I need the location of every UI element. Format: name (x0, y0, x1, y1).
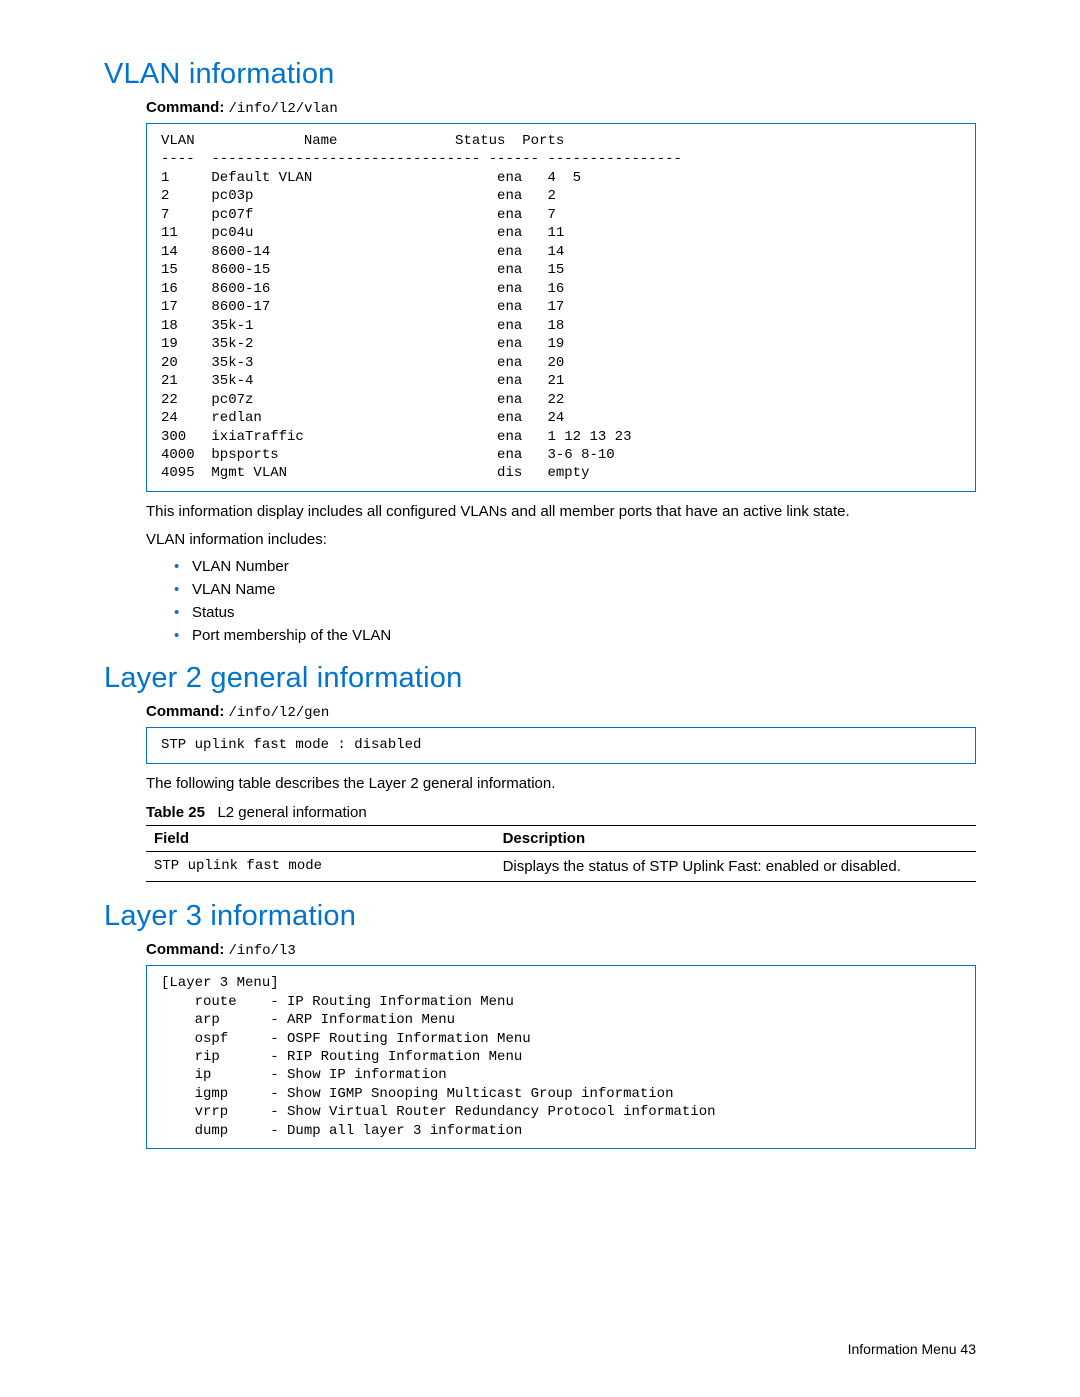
paragraph: VLAN information includes: (146, 530, 976, 550)
output-line: vrrp - Show Virtual Router Redundancy Pr… (161, 1103, 961, 1121)
output-line: dump - Dump all layer 3 information (161, 1122, 961, 1140)
command-label: Command: (146, 99, 224, 116)
output-line: 15 8600-15 ena 15 (161, 261, 961, 279)
heading-layer3-information: Layer 3 information (104, 900, 976, 933)
output-line: 300 ixiaTraffic ena 1 12 13 23 (161, 428, 961, 446)
table-caption-l2gen: Table 25 L2 general information (146, 804, 976, 821)
table-l2-general-information: Field Description STP uplink fast mode D… (146, 825, 976, 882)
output-box-vlan: VLAN Name Status Ports ---- ------------… (146, 123, 976, 492)
output-line: arp - ARP Information Menu (161, 1011, 961, 1029)
output-line: 4095 Mgmt VLAN dis empty (161, 464, 961, 482)
output-line: ---- -------------------------------- --… (161, 150, 961, 168)
output-line: VLAN Name Status Ports (161, 132, 961, 150)
command-value: /info/l3 (229, 943, 296, 959)
output-line: 4000 bpsports ena 3-6 8-10 (161, 446, 961, 464)
output-line: 22 pc07z ena 22 (161, 391, 961, 409)
output-line: 19 35k-2 ena 19 (161, 335, 961, 353)
output-box-l2gen: STP uplink fast mode : disabled (146, 727, 976, 763)
paragraph: This information display includes all co… (146, 502, 976, 522)
output-line: 18 35k-1 ena 18 (161, 317, 961, 335)
list-item: Status (174, 604, 976, 621)
command-label: Command: (146, 703, 224, 720)
output-line: route - IP Routing Information Menu (161, 993, 961, 1011)
output-line: 11 pc04u ena 11 (161, 224, 961, 242)
table-header-field: Field (146, 826, 495, 852)
table-cell-field: STP uplink fast mode (146, 852, 495, 882)
output-line: ip - Show IP information (161, 1066, 961, 1084)
output-line: 24 redlan ena 24 (161, 409, 961, 427)
output-line: STP uplink fast mode : disabled (161, 736, 961, 754)
output-line: igmp - Show IGMP Snooping Multicast Grou… (161, 1085, 961, 1103)
output-line: 2 pc03p ena 2 (161, 187, 961, 205)
list-item: VLAN Number (174, 558, 976, 575)
bullet-list-vlan-info: VLAN Number VLAN Name Status Port member… (174, 558, 976, 644)
list-item: VLAN Name (174, 581, 976, 598)
output-box-l3: [Layer 3 Menu] route - IP Routing Inform… (146, 965, 976, 1149)
table-row: STP uplink fast mode Displays the status… (146, 852, 976, 882)
output-line: 21 35k-4 ena 21 (161, 372, 961, 390)
output-line: 17 8600-17 ena 17 (161, 298, 961, 316)
command-line-l2gen: Command: /info/l2/gen (146, 703, 976, 721)
page-footer: Information Menu 43 (848, 1341, 976, 1357)
output-line: 20 35k-3 ena 20 (161, 354, 961, 372)
table-cell-description: Displays the status of STP Uplink Fast: … (495, 852, 976, 882)
table-header-row: Field Description (146, 826, 976, 852)
output-line: 1 Default VLAN ena 4 5 (161, 169, 961, 187)
output-line: 14 8600-14 ena 14 (161, 243, 961, 261)
output-line: rip - RIP Routing Information Menu (161, 1048, 961, 1066)
list-item: Port membership of the VLAN (174, 627, 976, 644)
command-line-vlan: Command: /info/l2/vlan (146, 99, 976, 117)
page: VLAN information Command: /info/l2/vlan … (0, 0, 1080, 1397)
output-line: [Layer 3 Menu] (161, 974, 961, 992)
heading-vlan-information: VLAN information (104, 58, 976, 91)
output-line: 7 pc07f ena 7 (161, 206, 961, 224)
command-value: /info/l2/gen (229, 705, 330, 721)
command-value: /info/l2/vlan (229, 101, 338, 117)
table-caption-text: L2 general information (217, 804, 366, 821)
command-line-l3: Command: /info/l3 (146, 941, 976, 959)
paragraph: The following table describes the Layer … (146, 774, 976, 794)
output-line: ospf - OSPF Routing Information Menu (161, 1030, 961, 1048)
heading-layer2-general-information: Layer 2 general information (104, 662, 976, 695)
table-caption-label: Table 25 (146, 804, 205, 821)
output-line: 16 8600-16 ena 16 (161, 280, 961, 298)
command-label: Command: (146, 941, 224, 958)
table-header-description: Description (495, 826, 976, 852)
